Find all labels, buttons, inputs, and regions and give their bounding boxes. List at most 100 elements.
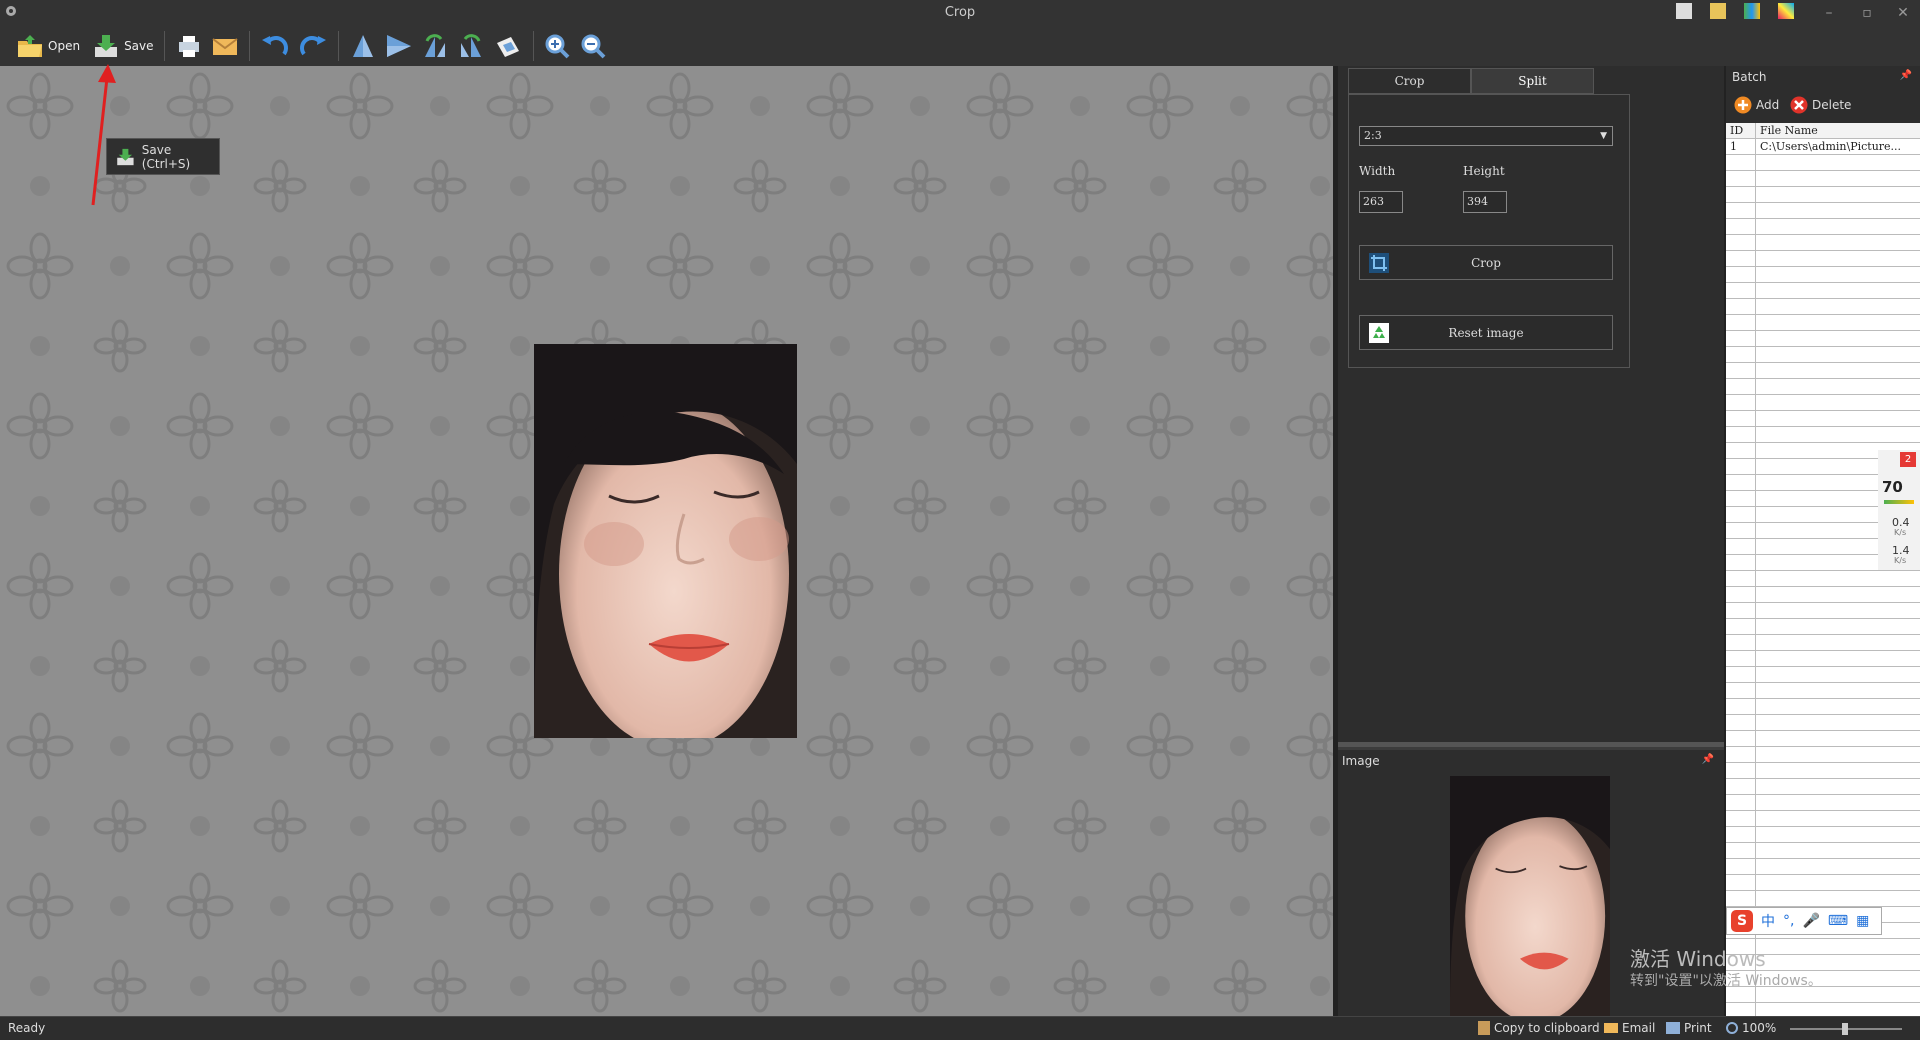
zoom-slider-thumb[interactable] bbox=[1842, 1023, 1848, 1035]
height-input[interactable]: 394 bbox=[1463, 191, 1507, 213]
cell-id bbox=[1726, 331, 1756, 347]
table-row[interactable] bbox=[1726, 235, 1920, 251]
table-row[interactable] bbox=[1726, 395, 1920, 411]
cell-id bbox=[1726, 315, 1756, 331]
table-row[interactable] bbox=[1726, 251, 1920, 267]
mirror-left-button[interactable] bbox=[417, 29, 453, 63]
table-row[interactable] bbox=[1726, 379, 1920, 395]
pencil-icon[interactable] bbox=[1710, 3, 1726, 19]
zoom-out-button[interactable] bbox=[576, 29, 612, 63]
table-row[interactable] bbox=[1726, 427, 1920, 443]
ime-toolbar[interactable]: S 中 °, 🎤 ⌨ ▦ bbox=[1726, 907, 1882, 935]
maximize-button[interactable]: ▫ bbox=[1850, 2, 1884, 24]
close-button[interactable]: ✕ bbox=[1886, 2, 1920, 24]
email-status-button[interactable]: Email bbox=[1604, 1021, 1655, 1035]
cell-id bbox=[1726, 523, 1756, 539]
width-input[interactable]: 263 bbox=[1359, 191, 1403, 213]
crop-button[interactable]: Crop bbox=[1359, 245, 1613, 280]
table-row[interactable] bbox=[1726, 587, 1920, 603]
effects-button[interactable] bbox=[489, 29, 527, 63]
table-row[interactable] bbox=[1726, 363, 1920, 379]
table-row[interactable] bbox=[1726, 203, 1920, 219]
print-status-button[interactable]: Print bbox=[1666, 1021, 1712, 1035]
cell-file-name bbox=[1756, 763, 1920, 779]
table-row[interactable] bbox=[1726, 283, 1920, 299]
table-row[interactable] bbox=[1726, 635, 1920, 651]
toolbar-separator bbox=[163, 31, 165, 61]
panel-splitter-horizontal[interactable] bbox=[1338, 742, 1724, 747]
skin-icon[interactable] bbox=[1778, 3, 1794, 19]
cell-id bbox=[1726, 571, 1756, 587]
table-row[interactable] bbox=[1726, 619, 1920, 635]
table-row[interactable] bbox=[1726, 267, 1920, 283]
tab-crop[interactable]: Crop bbox=[1348, 68, 1471, 94]
table-row[interactable] bbox=[1726, 155, 1920, 171]
image-canvas[interactable]: Save (Ctrl+S) bbox=[0, 66, 1333, 1016]
printer-icon bbox=[178, 36, 199, 57]
table-row[interactable] bbox=[1726, 763, 1920, 779]
table-row[interactable] bbox=[1726, 875, 1920, 891]
table-row[interactable] bbox=[1726, 699, 1920, 715]
table-row[interactable] bbox=[1726, 827, 1920, 843]
table-row[interactable] bbox=[1726, 651, 1920, 667]
table-row[interactable] bbox=[1726, 299, 1920, 315]
cell-file-name bbox=[1756, 235, 1920, 251]
save-button[interactable]: Save bbox=[88, 29, 157, 63]
table-row[interactable] bbox=[1726, 347, 1920, 363]
table-row[interactable] bbox=[1726, 747, 1920, 763]
open-button[interactable]: Open bbox=[12, 29, 84, 63]
print-button[interactable] bbox=[171, 29, 207, 63]
aspect-ratio-select[interactable]: 2:3 ▼ bbox=[1359, 126, 1613, 146]
table-row[interactable] bbox=[1726, 187, 1920, 203]
table-row[interactable] bbox=[1726, 411, 1920, 427]
table-row[interactable] bbox=[1726, 843, 1920, 859]
tab-split[interactable]: Split bbox=[1471, 68, 1594, 94]
status-bar: Ready Copy to clipboard Email Print 100% bbox=[0, 1016, 1920, 1040]
table-row[interactable] bbox=[1726, 731, 1920, 747]
table-row[interactable] bbox=[1726, 715, 1920, 731]
delete-button[interactable]: Delete bbox=[1790, 96, 1851, 114]
cell-file-name bbox=[1756, 363, 1920, 379]
cell-id bbox=[1726, 811, 1756, 827]
table-row[interactable] bbox=[1726, 171, 1920, 187]
reset-image-button[interactable]: Reset image bbox=[1359, 315, 1613, 350]
table-row[interactable] bbox=[1726, 219, 1920, 235]
table-row[interactable] bbox=[1726, 859, 1920, 875]
rotate-left-button[interactable] bbox=[256, 29, 294, 63]
table-row[interactable] bbox=[1726, 891, 1920, 907]
cell-id bbox=[1726, 619, 1756, 635]
punctuation-icon: °, bbox=[1783, 913, 1795, 929]
document-icon[interactable] bbox=[1676, 3, 1692, 19]
email-button[interactable] bbox=[207, 29, 243, 63]
pin-icon[interactable]: 📌 bbox=[1900, 70, 1912, 81]
pin-icon[interactable]: 📌 bbox=[1702, 754, 1714, 765]
monitor-percent-bar bbox=[1884, 500, 1914, 504]
table-row[interactable] bbox=[1726, 1003, 1920, 1016]
table-row[interactable] bbox=[1726, 811, 1920, 827]
table-row[interactable] bbox=[1726, 331, 1920, 347]
zoom-slider[interactable] bbox=[1790, 1023, 1902, 1035]
add-button[interactable]: Add bbox=[1734, 96, 1779, 114]
flip-horizontal-button[interactable] bbox=[381, 29, 417, 63]
rotate-right-button[interactable] bbox=[294, 29, 332, 63]
cell-file-name bbox=[1756, 891, 1920, 907]
table-row[interactable] bbox=[1726, 779, 1920, 795]
system-monitor-widget: 2 70 0.4 K/s 1.4 K/s bbox=[1878, 450, 1920, 570]
table-row[interactable]: 1 C:\Users\admin\Picture... bbox=[1726, 139, 1920, 155]
minimize-button[interactable]: – bbox=[1812, 2, 1846, 24]
table-row[interactable] bbox=[1726, 795, 1920, 811]
cell-file-name bbox=[1756, 379, 1920, 395]
mirror-right-button[interactable] bbox=[453, 29, 489, 63]
cell-id bbox=[1726, 411, 1756, 427]
table-row[interactable] bbox=[1726, 683, 1920, 699]
table-row[interactable] bbox=[1726, 603, 1920, 619]
palette-icon[interactable] bbox=[1744, 3, 1760, 19]
cell-file-name bbox=[1756, 859, 1920, 875]
table-row[interactable] bbox=[1726, 667, 1920, 683]
flip-vertical-button[interactable] bbox=[345, 29, 381, 63]
table-row[interactable] bbox=[1726, 571, 1920, 587]
copy-to-clipboard-button[interactable]: Copy to clipboard bbox=[1478, 1021, 1600, 1035]
cell-file-name bbox=[1756, 251, 1920, 267]
table-row[interactable] bbox=[1726, 315, 1920, 331]
zoom-in-button[interactable] bbox=[540, 29, 576, 63]
